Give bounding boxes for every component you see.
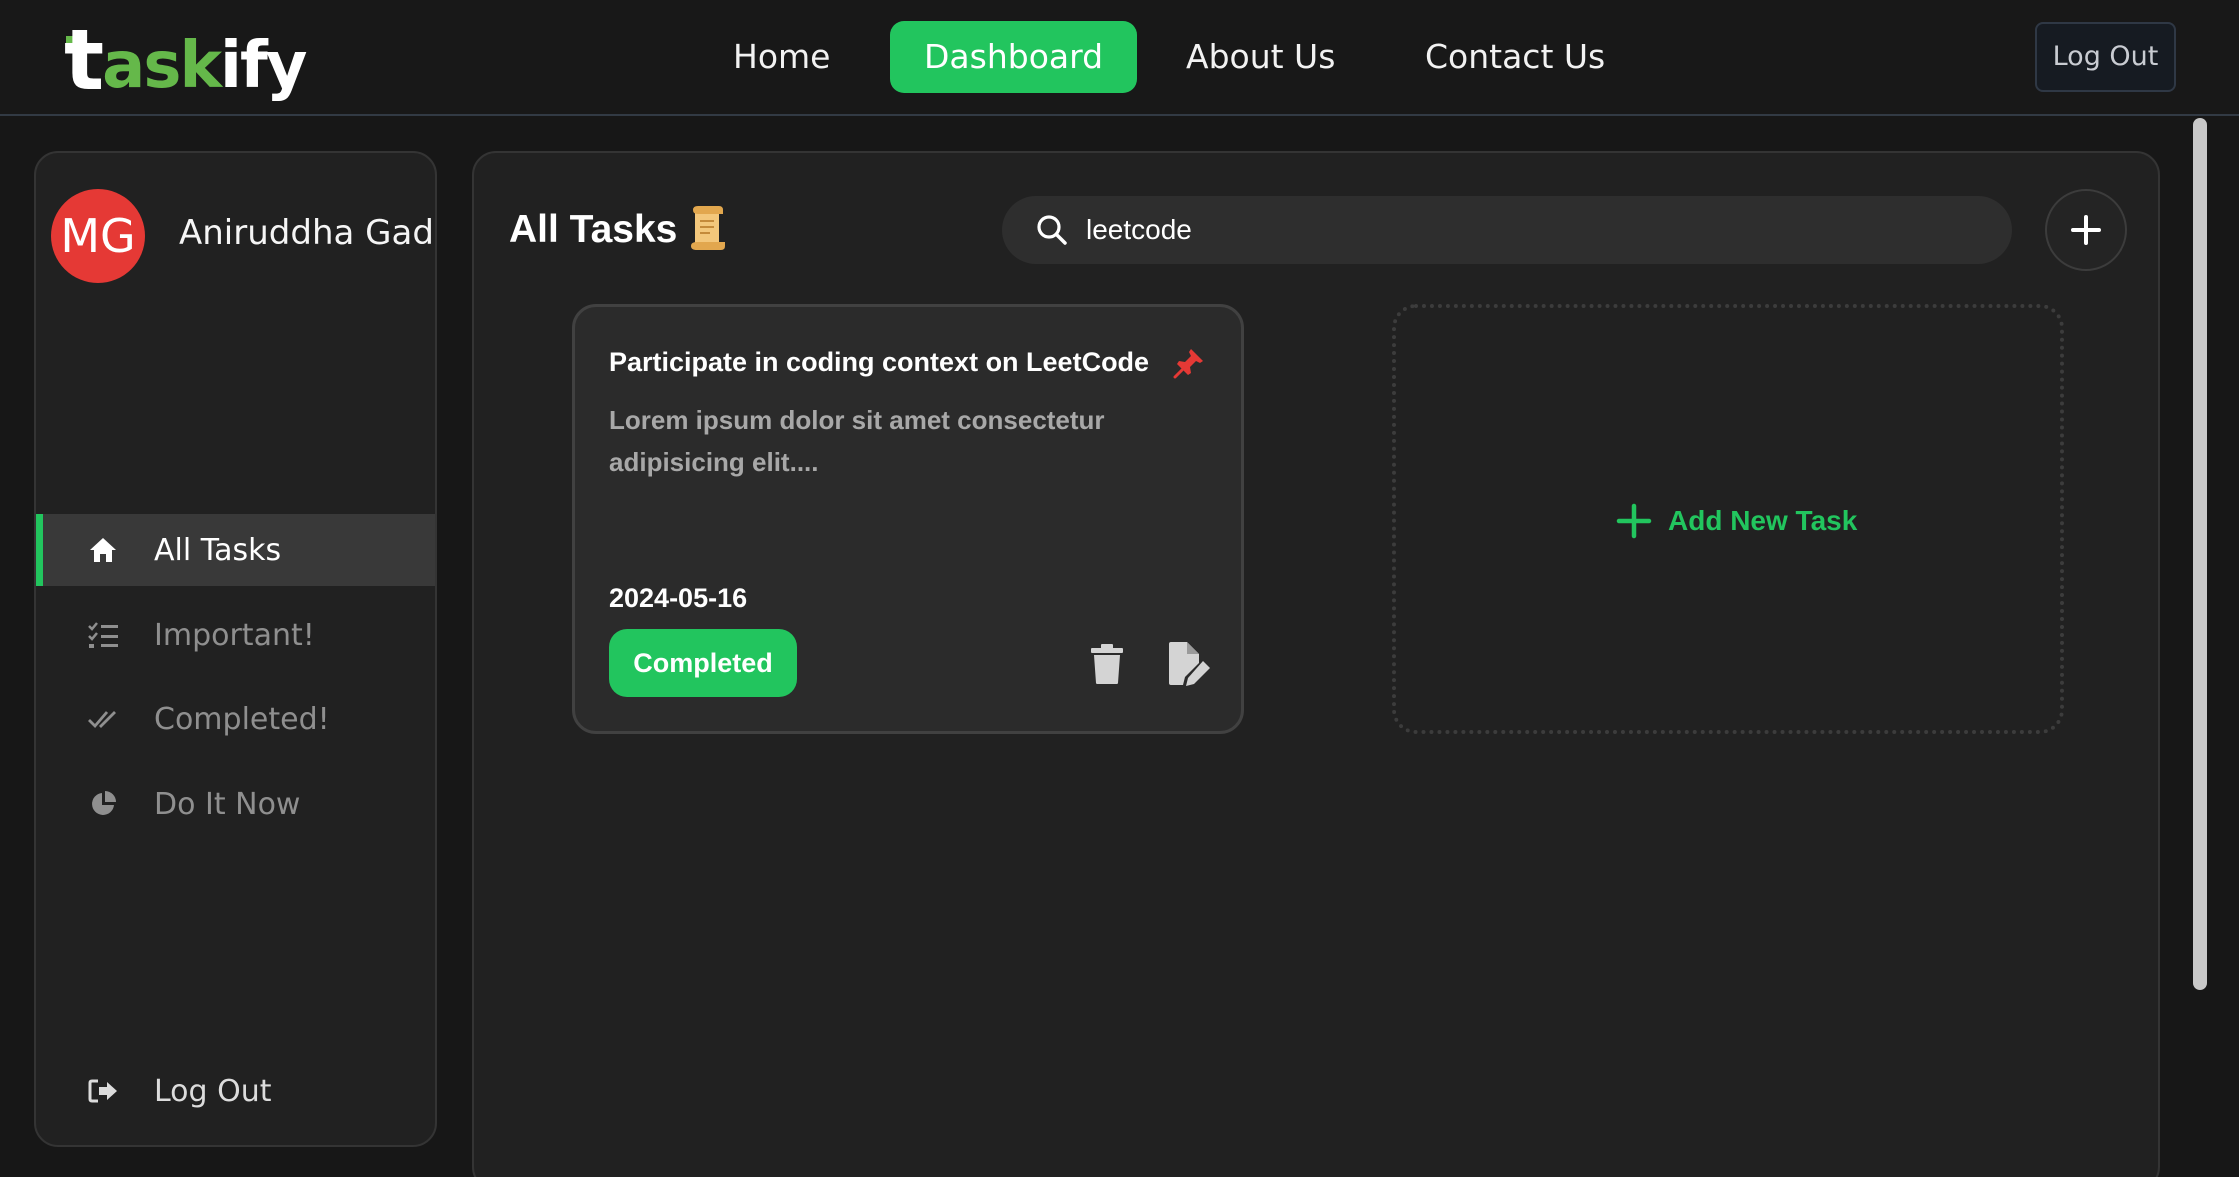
plus-icon bbox=[1616, 503, 1652, 539]
sidebar-item-important[interactable]: Important! bbox=[36, 599, 435, 671]
task-description: Lorem ipsum dolor sit amet consectetur a… bbox=[609, 405, 1105, 477]
plus-icon bbox=[2071, 215, 2101, 245]
add-new-task-label: Add New Task bbox=[1668, 505, 1858, 536]
search-box bbox=[1002, 196, 2012, 264]
taskify-logo[interactable]: taskify bbox=[64, 8, 307, 109]
list-check-icon bbox=[86, 618, 120, 652]
sidebar-item-label: Important! bbox=[154, 617, 315, 653]
sidebar-item-label: Completed! bbox=[154, 701, 330, 737]
task-status-button[interactable]: Completed bbox=[609, 629, 797, 697]
scrollbar[interactable] bbox=[2193, 118, 2207, 990]
main-panel: All Tasks Participate in coding context … bbox=[472, 151, 2160, 1177]
sidebar-item-label: All Tasks bbox=[154, 532, 282, 568]
user-name: Aniruddha Gade bbox=[179, 213, 437, 253]
add-new-task-card[interactable]: Add New Task bbox=[1392, 304, 2064, 734]
avatar[interactable]: MG bbox=[51, 189, 145, 283]
page-title: All Tasks bbox=[509, 208, 678, 251]
sidebar-logout-label: Log Out bbox=[154, 1073, 272, 1109]
nav-dashboard-link[interactable]: Dashboard bbox=[890, 21, 1138, 93]
navbar-logout-button[interactable]: Log Out bbox=[2035, 22, 2176, 92]
double-check-icon bbox=[86, 702, 120, 736]
add-task-button[interactable] bbox=[2045, 189, 2127, 271]
logo-text-ask: ask bbox=[102, 29, 222, 103]
nav-contact-link[interactable]: Contact Us bbox=[1425, 21, 1605, 93]
add-new-task-link[interactable]: Add New Task bbox=[1616, 498, 1857, 544]
task-card: Participate in coding context on LeetCod… bbox=[572, 304, 1244, 734]
logo-letter-t: t bbox=[64, 11, 104, 109]
top-navbar: taskify Home Dashboard About Us Contact … bbox=[0, 0, 2239, 116]
trash-icon[interactable] bbox=[1090, 643, 1124, 685]
sidebar-item-completed[interactable]: Completed! bbox=[36, 683, 435, 755]
pin-icon[interactable] bbox=[1173, 347, 1205, 379]
task-date: 2024-05-16 bbox=[609, 583, 748, 613]
edit-icon[interactable] bbox=[1167, 641, 1211, 687]
nav-about-link[interactable]: About Us bbox=[1186, 21, 1335, 93]
pie-chart-icon bbox=[86, 787, 120, 821]
logo-text-ify: ify bbox=[220, 29, 307, 103]
sidebar-item-label: Do It Now bbox=[154, 786, 301, 822]
scroll-icon bbox=[689, 206, 727, 252]
search-input[interactable] bbox=[1086, 196, 1966, 264]
sidebar-item-all-tasks[interactable]: All Tasks bbox=[36, 514, 435, 586]
sign-out-icon bbox=[86, 1074, 120, 1108]
search-icon bbox=[1036, 214, 1068, 246]
sidebar-item-do-it-now[interactable]: Do It Now bbox=[36, 768, 435, 840]
home-icon bbox=[86, 533, 120, 567]
sidebar-logout-button[interactable]: Log Out bbox=[36, 1055, 435, 1127]
nav-home-link[interactable]: Home bbox=[733, 21, 830, 93]
sidebar: MG Aniruddha Gade All Tasks Important! C… bbox=[34, 151, 437, 1147]
task-title: Participate in coding context on LeetCod… bbox=[609, 347, 1150, 377]
